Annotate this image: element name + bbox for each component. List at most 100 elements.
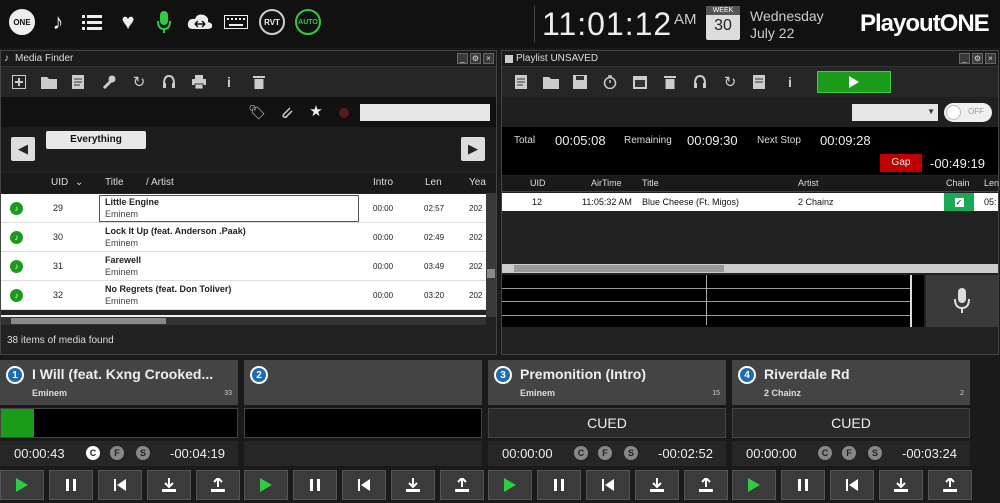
horizontal-scrollbar[interactable] bbox=[502, 264, 998, 273]
col-artist[interactable]: / Artist bbox=[146, 177, 174, 188]
playlist-select[interactable]: ▼ bbox=[852, 104, 938, 121]
music-note-icon[interactable]: ♪ bbox=[44, 8, 72, 36]
folder-add-icon[interactable] bbox=[40, 73, 58, 91]
play-button[interactable] bbox=[488, 470, 532, 500]
pause-button[interactable] bbox=[537, 470, 581, 500]
calendar-icon[interactable] bbox=[631, 73, 649, 91]
s-button[interactable]: S bbox=[624, 446, 638, 460]
player-slot[interactable]: 1 I Will (feat. Kxng Crooked... Eminem 3… bbox=[0, 360, 238, 405]
auto-button[interactable]: AUTO bbox=[294, 8, 322, 36]
horizontal-scrollbar[interactable] bbox=[1, 317, 486, 325]
pause-button[interactable] bbox=[293, 470, 337, 500]
load-button[interactable] bbox=[879, 470, 923, 500]
list-icon[interactable] bbox=[78, 8, 106, 36]
edit-icon[interactable] bbox=[751, 73, 769, 91]
player-slot[interactable]: 3 Premonition (Intro) Eminem 15 bbox=[488, 360, 726, 405]
pause-button[interactable] bbox=[49, 470, 93, 500]
eject-button[interactable] bbox=[928, 470, 972, 500]
search-input[interactable] bbox=[360, 104, 490, 121]
play-button[interactable] bbox=[0, 470, 44, 500]
keyboard-icon[interactable] bbox=[222, 8, 250, 36]
edit-list-icon[interactable] bbox=[70, 73, 88, 91]
player-slot[interactable]: 4 Riverdale Rd 2 Chainz 2 bbox=[732, 360, 970, 405]
col-intro[interactable]: Intro bbox=[373, 177, 393, 188]
close-button[interactable]: × bbox=[483, 53, 494, 64]
c-button[interactable]: C bbox=[86, 446, 100, 460]
paperclip-icon[interactable] bbox=[278, 103, 296, 121]
player-slot[interactable]: 2 bbox=[244, 360, 482, 405]
heart-icon[interactable]: ♥ bbox=[114, 8, 142, 36]
eject-button[interactable] bbox=[196, 470, 240, 500]
toggle-switch[interactable]: OFF bbox=[944, 103, 992, 122]
refresh-icon[interactable]: ↻ bbox=[721, 73, 739, 91]
restart-button[interactable] bbox=[586, 470, 630, 500]
col-len[interactable]: Len bbox=[984, 178, 999, 188]
media-row[interactable]: ♪ 32 No Regrets (feat. Don Toliver) Emin… bbox=[1, 281, 486, 310]
print-icon[interactable] bbox=[190, 73, 208, 91]
col-uid[interactable]: UID bbox=[530, 178, 546, 188]
save-icon[interactable] bbox=[571, 73, 589, 91]
wrench-icon[interactable] bbox=[100, 73, 118, 91]
minimize-button[interactable]: _ bbox=[959, 53, 970, 64]
play-playlist-button[interactable] bbox=[817, 71, 891, 93]
col-chain[interactable]: Chain bbox=[946, 178, 970, 188]
eject-button[interactable] bbox=[684, 470, 728, 500]
media-row[interactable]: ♪ 30 Lock It Up (feat. Anderson .Paak) E… bbox=[1, 223, 486, 252]
mic-button[interactable] bbox=[926, 275, 998, 327]
col-airtime[interactable]: AirTime bbox=[591, 178, 622, 188]
col-len[interactable]: Len bbox=[425, 177, 442, 188]
load-button[interactable] bbox=[147, 470, 191, 500]
f-button[interactable]: F bbox=[110, 446, 124, 460]
restart-button[interactable] bbox=[98, 470, 142, 500]
minimize-button[interactable]: _ bbox=[457, 53, 468, 64]
microphone-icon[interactable] bbox=[150, 8, 178, 36]
prev-filter-button[interactable]: ◀ bbox=[11, 137, 35, 161]
f-button[interactable]: F bbox=[598, 446, 612, 460]
playlist-row[interactable]: 12 11:05:32 AM Blue Cheese (Ft. Migos) 2… bbox=[502, 193, 998, 211]
timer-icon[interactable] bbox=[601, 73, 619, 91]
headphones-icon[interactable] bbox=[160, 73, 178, 91]
star-icon[interactable]: ★ bbox=[307, 102, 325, 120]
col-uid[interactable]: UID bbox=[51, 177, 68, 188]
close-button[interactable]: × bbox=[985, 53, 996, 64]
settings-button[interactable]: ⚙ bbox=[470, 53, 481, 64]
col-year[interactable]: Yea bbox=[469, 177, 486, 188]
col-artist[interactable]: Artist bbox=[798, 178, 819, 188]
headphones-icon[interactable] bbox=[691, 73, 709, 91]
play-button[interactable] bbox=[244, 470, 288, 500]
open-folder-icon[interactable] bbox=[542, 73, 560, 91]
restart-button[interactable] bbox=[342, 470, 386, 500]
info-icon[interactable]: i bbox=[220, 73, 238, 91]
rvt-button[interactable]: RVT bbox=[258, 8, 286, 36]
next-filter-button[interactable]: ▶ bbox=[461, 137, 485, 161]
col-title[interactable]: Title bbox=[642, 178, 659, 188]
s-button[interactable]: S bbox=[136, 446, 150, 460]
pause-button[interactable] bbox=[781, 470, 825, 500]
c-button[interactable]: C bbox=[574, 446, 588, 460]
tag-icon[interactable]: 🏷 bbox=[248, 103, 266, 121]
c-button[interactable]: C bbox=[818, 446, 832, 460]
play-button[interactable] bbox=[732, 470, 776, 500]
add-icon[interactable] bbox=[10, 73, 28, 91]
load-button[interactable] bbox=[635, 470, 679, 500]
restart-button[interactable] bbox=[830, 470, 874, 500]
eject-button[interactable] bbox=[440, 470, 484, 500]
top-bar: ONE ♪ ♥ RVT AUTO 11:01:12 AM WEEK 30 Wed… bbox=[0, 0, 1000, 48]
f-button[interactable]: F bbox=[842, 446, 856, 460]
vertical-scrollbar[interactable] bbox=[486, 193, 496, 317]
trash-icon[interactable] bbox=[250, 73, 268, 91]
filter-everything[interactable]: Everything bbox=[46, 131, 146, 149]
trash-icon[interactable] bbox=[661, 73, 679, 91]
media-row[interactable]: ♪ 29 Little Engine Eminem 00:00 02:57 20… bbox=[1, 194, 486, 223]
s-button[interactable]: S bbox=[868, 446, 882, 460]
refresh-icon[interactable]: ↻ bbox=[130, 73, 148, 91]
info-icon[interactable]: i bbox=[781, 73, 799, 91]
chain-checkbox[interactable]: ✓ bbox=[944, 193, 974, 211]
cloud-sync-icon[interactable] bbox=[186, 8, 214, 36]
new-playlist-icon[interactable] bbox=[513, 73, 531, 91]
playoutone-home-icon[interactable]: ONE bbox=[8, 8, 36, 36]
load-button[interactable] bbox=[391, 470, 435, 500]
media-row[interactable]: ♪ 31 Farewell Eminem 00:00 03:49 202 bbox=[1, 252, 486, 281]
col-title[interactable]: Title bbox=[105, 177, 124, 188]
settings-button[interactable]: ⚙ bbox=[972, 53, 983, 64]
